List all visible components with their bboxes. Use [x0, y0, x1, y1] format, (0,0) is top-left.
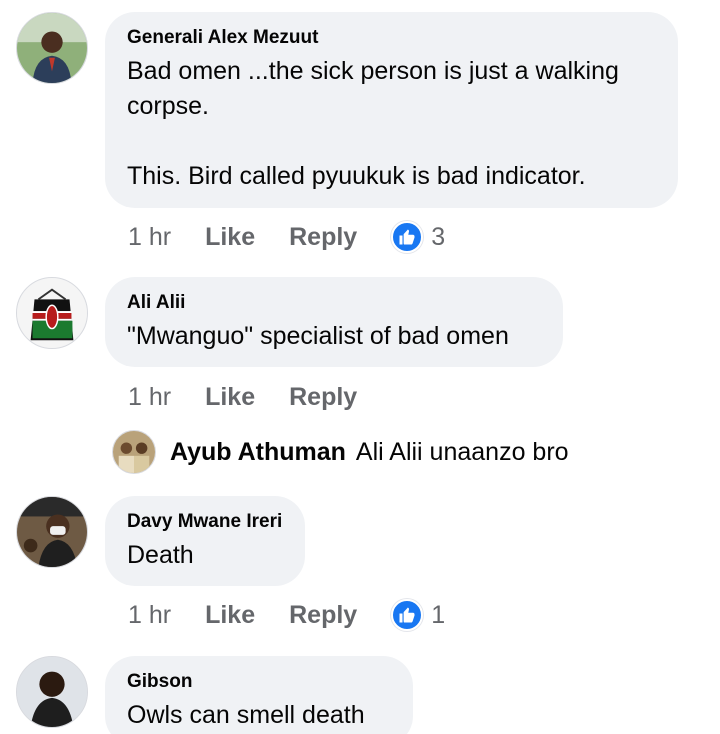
comment-time[interactable]: 1 hr [128, 601, 171, 630]
avatar[interactable] [16, 496, 88, 568]
reaction-summary[interactable]: 3 [391, 221, 445, 253]
comment-text: Bad omen ...the sick person is just a wa… [127, 57, 619, 190]
reaction-count: 3 [431, 222, 446, 251]
comment-actions: 1 hr Like Reply 3 [128, 220, 445, 254]
person-with-mask-avatar-icon [17, 497, 87, 567]
thumbs-up-icon [391, 599, 424, 631]
reaction-count: 1 [431, 600, 446, 629]
comment-author[interactable]: Davy Mwane Ireri [127, 510, 283, 534]
comment-text: Owls can smell death [127, 701, 365, 729]
kenya-flag-bag-avatar-icon [17, 278, 87, 348]
avatar[interactable] [112, 430, 156, 474]
reply-text: Ali Alii unaanzo bro [355, 437, 569, 466]
comment-actions: 1 hr Like Reply [128, 380, 391, 414]
person-outdoor-avatar-icon [17, 13, 87, 83]
reply-button[interactable]: Reply [289, 601, 357, 630]
like-button[interactable]: Like [205, 223, 255, 252]
like-button[interactable]: Like [205, 601, 255, 630]
reaction-summary[interactable]: 1 [391, 599, 445, 631]
comment-actions: 1 hr Like Reply 1 [128, 598, 445, 632]
like-button[interactable]: Like [205, 383, 255, 412]
comment-text: "Mwanguo" specialist of bad omen [127, 322, 509, 350]
reply-button[interactable]: Reply [289, 223, 357, 252]
comment-time[interactable]: 1 hr [128, 383, 171, 412]
comment-bubble: Generali Alex Mezuut Bad omen ...the sic… [105, 12, 678, 208]
comment-author[interactable]: Generali Alex Mezuut [127, 26, 656, 50]
reply-preview[interactable]: Ayub Athuman Ali Alii unaanzo bro [112, 430, 569, 474]
person-avatar-icon [17, 657, 87, 727]
reply-button[interactable]: Reply [289, 383, 357, 412]
comment-time[interactable]: 1 hr [128, 223, 171, 252]
avatar[interactable] [16, 12, 88, 84]
thumbs-up-icon [391, 221, 424, 253]
comment-bubble: Davy Mwane Ireri Death [105, 496, 305, 586]
comment-author[interactable]: Ali Alii [127, 291, 541, 315]
group-photo-avatar-icon [113, 431, 155, 473]
comment-bubble: Ali Alii "Mwanguo" specialist of bad ome… [105, 277, 563, 367]
avatar[interactable] [16, 277, 88, 349]
comment-author[interactable]: Gibson [127, 670, 391, 694]
reply-author[interactable]: Ayub Athuman [170, 438, 346, 467]
comment-text: Death [127, 541, 194, 569]
comment-bubble: Gibson Owls can smell death [105, 656, 413, 734]
avatar[interactable] [16, 656, 88, 728]
